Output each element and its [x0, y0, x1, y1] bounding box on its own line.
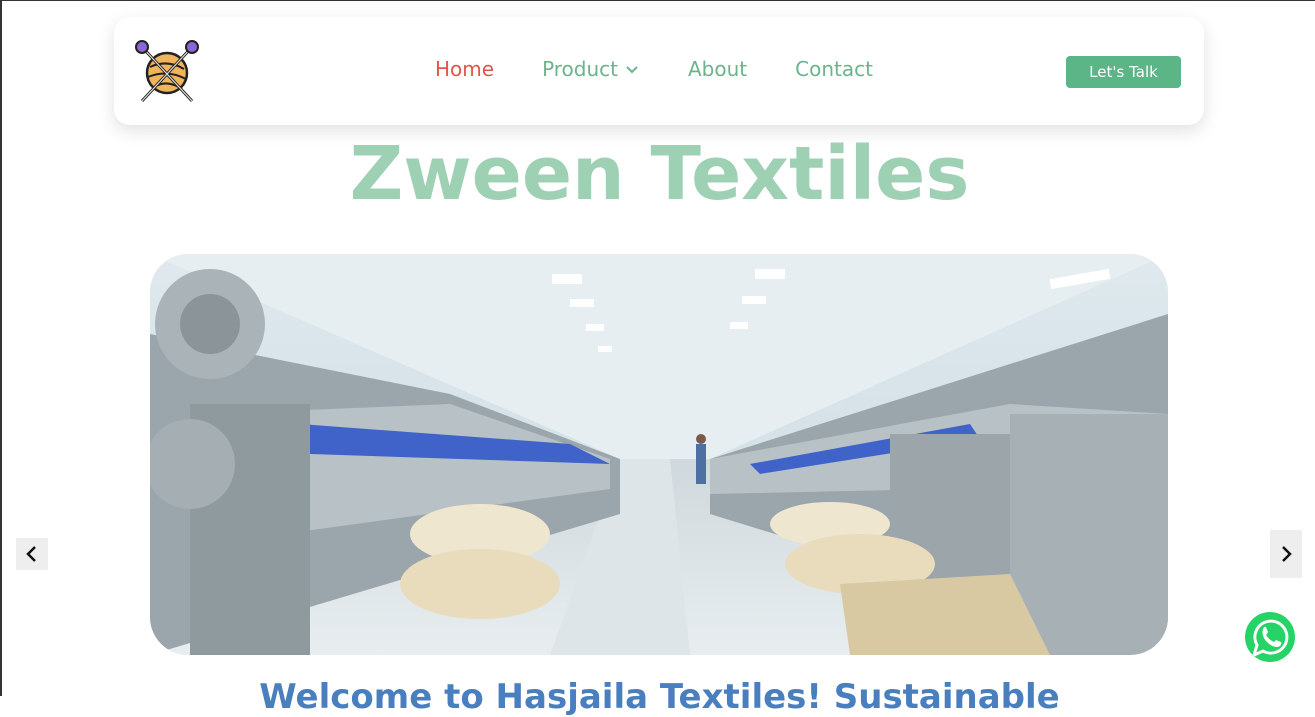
carousel-next-button[interactable] — [1270, 530, 1302, 578]
nav-home[interactable]: Home — [435, 57, 494, 81]
nav-product-label: Product — [542, 57, 618, 81]
welcome-heading: Welcome to Hasjaila Textiles! Sustainabl… — [259, 677, 1060, 717]
chevron-right-icon — [1282, 546, 1292, 562]
chevron-down-icon — [626, 66, 638, 74]
chevron-left-icon — [26, 546, 36, 562]
nav-links: Home Product About Contact — [435, 57, 921, 81]
nav-product[interactable]: Product — [542, 57, 640, 81]
nav-about[interactable]: About — [688, 57, 747, 81]
navbar: Home Product About Contact Let's Talk — [114, 17, 1204, 125]
nav-contact[interactable]: Contact — [795, 57, 873, 81]
whatsapp-icon[interactable] — [1242, 609, 1298, 665]
factory-illustration — [150, 254, 1168, 655]
lets-talk-button[interactable]: Let's Talk — [1066, 56, 1181, 88]
carousel-prev-button[interactable] — [16, 538, 48, 570]
hero-title: Zween Textiles — [349, 131, 970, 217]
hero-slide-image — [150, 254, 1168, 655]
yarn-ball-logo-icon[interactable] — [134, 39, 200, 105]
